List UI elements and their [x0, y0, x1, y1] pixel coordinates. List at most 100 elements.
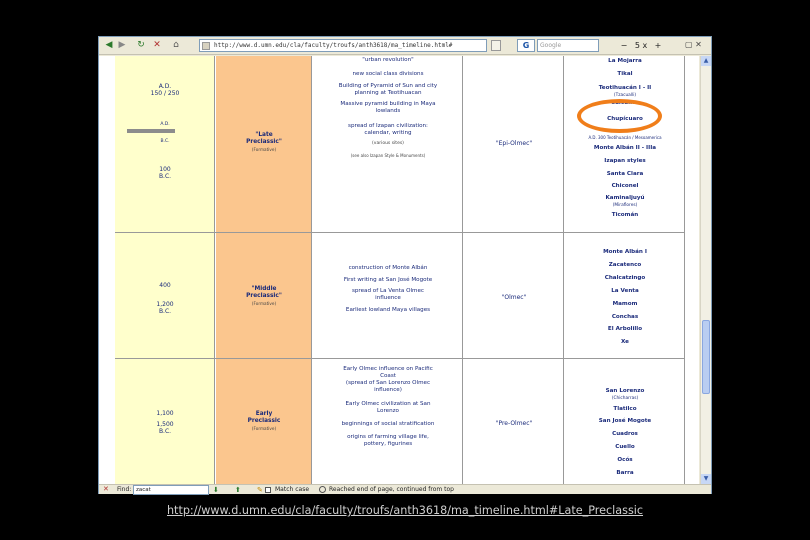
- period-name: "Late Preclassic": [246, 132, 282, 145]
- site-item: Monte Albán II - IIIa: [593, 145, 657, 151]
- scrollbar-thumb[interactable]: [702, 320, 710, 394]
- event-item: "urban revolution": [362, 57, 414, 63]
- olmec-label: "Olmec": [501, 294, 527, 301]
- scroll-down-icon[interactable]: ▼: [701, 474, 711, 484]
- site-note: (Miraflores): [612, 203, 638, 208]
- period-sub: (Formative): [251, 301, 277, 306]
- zoom-in-button[interactable]: +: [653, 39, 663, 52]
- site-item: Conchas: [611, 314, 639, 320]
- go-button[interactable]: [491, 40, 501, 51]
- site-item: Cuadros: [612, 431, 638, 437]
- event-item: Earliest lowland Maya villages: [345, 307, 431, 313]
- site-item: Monte Albán I: [603, 249, 647, 255]
- find-next-icon[interactable]: ⬇: [213, 485, 219, 495]
- period-name: "Middle Preclassic": [246, 286, 282, 299]
- site-item: Tikal: [617, 71, 633, 77]
- event-item: spread of Izapan civilization: calendar,…: [348, 123, 428, 136]
- event-item: construction of Monte Albán: [348, 265, 428, 271]
- event-item: origins of farming village life, pottery…: [347, 434, 429, 447]
- site-item: La Mojarra: [608, 58, 642, 64]
- period-early-preclassic: Early Preclassic (Formative): [216, 411, 312, 432]
- site-item: San José Mogote: [598, 418, 652, 424]
- event-item: Early Olmec influence on Pacific Coast (…: [343, 366, 433, 393]
- site-item: La Venta: [611, 288, 639, 294]
- url-text: http://www.d.umn.edu/cla/faculty/troufs/…: [214, 42, 453, 49]
- site-item: Izapan styles: [604, 158, 646, 164]
- row-divider: [115, 232, 685, 233]
- olmec-label: "Pre-Olmec": [495, 420, 533, 427]
- period-name: Early Preclassic: [247, 411, 281, 424]
- period-sub: (Formative): [251, 426, 277, 431]
- date-label: A.D.: [160, 122, 170, 127]
- close-icon[interactable]: ✕: [103, 486, 110, 493]
- event-item: First writing at San José Mogote: [343, 277, 433, 283]
- event-note[interactable]: (see also Izapan Style & Monuments): [313, 152, 463, 159]
- date-label: 400: [159, 282, 171, 289]
- find-bar: ✕ Find: zacat ⬇ ⬆ ✎ Match case Reached e…: [99, 484, 711, 495]
- vertical-scrollbar[interactable]: ▲ ▼: [700, 56, 711, 484]
- find-status-text: Reached end of page, continued from top: [329, 486, 454, 493]
- date-label: 1,100: [156, 410, 174, 417]
- find-label: Find:: [117, 486, 132, 493]
- stop-icon[interactable]: ✕: [151, 39, 163, 52]
- event-item: Building of Pyramid of Sun and city plan…: [338, 83, 438, 96]
- period-middle-preclassic: "Middle Preclassic" (Formative): [216, 286, 312, 307]
- source-url-caption[interactable]: http://www.d.umn.edu/cla/faculty/troufs/…: [140, 504, 670, 517]
- event-item: Early Olmec civilization at San Lorenzo: [345, 401, 431, 414]
- event-item: Massive pyramid building in Maya lowland…: [340, 101, 436, 114]
- date-label: 1,500 B.C.: [156, 421, 174, 435]
- window-controls-icon[interactable]: ▢ ✕: [685, 40, 709, 52]
- scroll-up-icon[interactable]: ▲: [701, 56, 711, 66]
- period-sub: (Formative): [251, 147, 277, 152]
- wrap-status-icon: [319, 486, 326, 493]
- event-item: new social class divisions: [352, 71, 424, 77]
- find-input[interactable]: zacat: [133, 485, 209, 495]
- event-item: spread of La Venta Olmec influence: [351, 288, 425, 301]
- site-item: Ocós: [617, 457, 633, 463]
- site-item: Chalcatzingo: [604, 275, 646, 281]
- forward-arrow-icon[interactable]: ▶: [117, 39, 127, 52]
- date-label: 1,200 B.C.: [156, 301, 174, 315]
- date-label: B.C.: [160, 139, 170, 144]
- site-item: Zacatenco: [608, 262, 642, 268]
- highlight-icon[interactable]: ✎: [257, 485, 263, 495]
- site-note: (Chicharras): [611, 396, 639, 401]
- site-item: El Arbolillo: [607, 326, 643, 332]
- match-case-checkbox[interactable]: [265, 487, 271, 493]
- site-item: Ticomán: [611, 212, 639, 218]
- search-engine-icon[interactable]: G: [517, 39, 535, 52]
- reload-icon[interactable]: ↻: [135, 39, 147, 52]
- find-previous-icon[interactable]: ⬆: [235, 485, 241, 495]
- site-item: Kaminaljuyú: [605, 195, 645, 201]
- search-input[interactable]: Google: [537, 39, 599, 52]
- site-item: Mamom: [612, 301, 638, 307]
- site-note: A.D. 300 Teotihuacán / Mesoamerica: [588, 135, 662, 140]
- olmec-label: "Epi-Olmec": [495, 140, 533, 147]
- zoom-out-button[interactable]: −: [619, 39, 629, 52]
- favicon-icon: [202, 42, 210, 50]
- event-item: beginnings of social stratification: [341, 421, 435, 427]
- era-divider-marker: [127, 129, 175, 133]
- date-label: 100 B.C.: [158, 166, 172, 180]
- site-item: Chiconel: [611, 183, 639, 189]
- zoom-control: − 5 x +: [619, 39, 679, 52]
- zoom-level: 5 x: [634, 41, 648, 50]
- site-item: Barra: [616, 470, 634, 476]
- site-item: Tlatilco: [613, 406, 637, 412]
- date-label: A.D. 150 / 250: [150, 83, 180, 97]
- site-note: (Tzacualli): [613, 93, 637, 98]
- site-item: Xe: [621, 339, 629, 345]
- url-bar[interactable]: http://www.d.umn.edu/cla/faculty/troufs/…: [199, 39, 487, 52]
- site-item: San Lorenzo: [605, 388, 645, 394]
- highlight-circle-annotation: [577, 99, 662, 133]
- back-arrow-icon[interactable]: ◀: [103, 39, 115, 52]
- match-case-label: Match case: [275, 486, 310, 493]
- event-note: (various sites): [372, 141, 404, 146]
- site-item: Santa Clara: [606, 171, 644, 177]
- row-divider: [115, 358, 685, 359]
- period-late-preclassic: "Late Preclassic" (Formative): [216, 132, 312, 153]
- navigation-toolbar: ◀ ▶ ↻ ✕ ⌂ http://www.d.umn.edu/cla/facul…: [99, 37, 711, 55]
- site-item: Cuello: [615, 444, 635, 450]
- home-icon[interactable]: ⌂: [169, 39, 183, 52]
- site-item: Teotihuacán I - II: [598, 85, 652, 91]
